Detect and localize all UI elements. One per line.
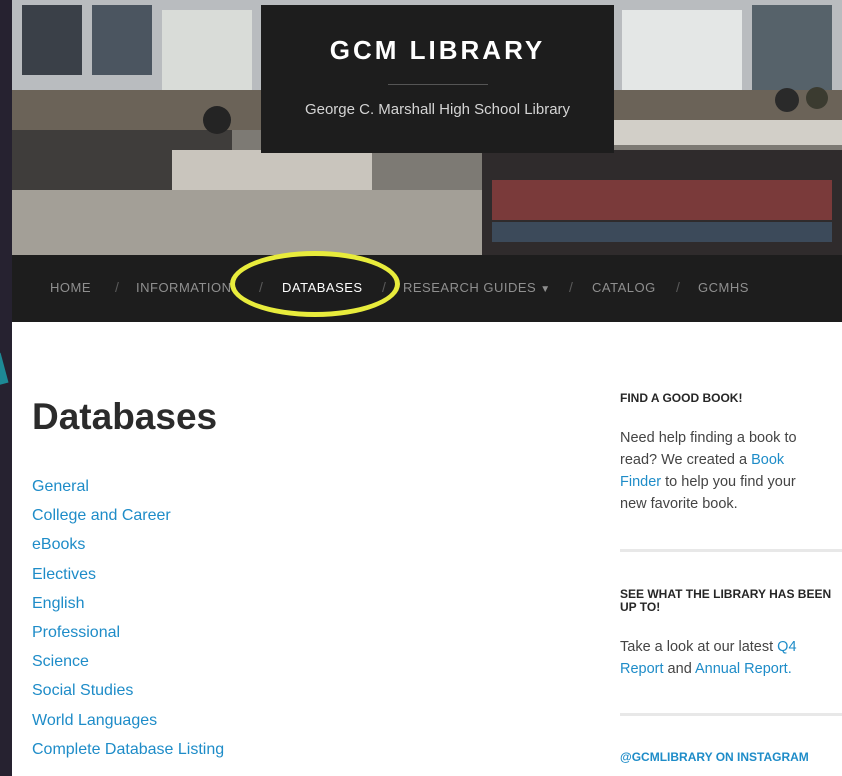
widget-text-find-book: Need help finding a book to read? We cre…	[620, 427, 825, 515]
title-divider	[387, 84, 488, 85]
widget-text-part: .	[787, 661, 792, 677]
widget-text-part: and	[663, 661, 695, 677]
nav-item-home[interactable]: HOME	[50, 280, 91, 295]
main-navigation: HOME / INFORMATION / DATABASES / RESEARC…	[12, 255, 842, 322]
widget-divider	[620, 549, 842, 552]
database-link-general[interactable]: General	[32, 478, 224, 507]
annual-report-link[interactable]: Annual Report	[695, 661, 788, 677]
widget-title-library-news: SEE WHAT THE LIBRARY HAS BEEN UP TO!	[620, 587, 832, 614]
nav-separator: /	[676, 279, 680, 295]
database-link-social-studies[interactable]: Social Studies	[32, 682, 224, 711]
database-link-english[interactable]: English	[32, 595, 224, 624]
database-link-world-languages[interactable]: World Languages	[32, 712, 224, 741]
nav-item-gcmhs[interactable]: GCMHS	[698, 280, 749, 295]
page-title: Databases	[32, 396, 218, 437]
nav-item-information[interactable]: INFORMATION	[136, 280, 232, 295]
database-link-professional[interactable]: Professional	[32, 624, 224, 653]
nav-item-research-guides-label[interactable]: RESEARCH GUIDES	[403, 280, 536, 295]
database-link-college-career[interactable]: College and Career	[32, 507, 224, 536]
nav-separator: /	[115, 279, 119, 295]
site-title[interactable]: GCM LIBRARY	[261, 35, 614, 66]
widget-divider	[620, 713, 842, 716]
header-image: GCM LIBRARY George C. Marshall High Scho…	[12, 0, 842, 255]
widget-title-instagram[interactable]: @GCMLIBRARY ON INSTAGRAM	[620, 751, 809, 764]
database-link-ebooks[interactable]: eBooks	[32, 536, 224, 565]
nav-item-research-guides[interactable]: RESEARCH GUIDES ▼	[403, 280, 551, 295]
browser-page: GCM LIBRARY George C. Marshall High Scho…	[12, 0, 842, 776]
nav-item-catalog[interactable]: CATALOG	[592, 280, 656, 295]
database-link-science[interactable]: Science	[32, 653, 224, 682]
site-description: George C. Marshall High School Library	[304, 101, 571, 118]
widget-text-library-news: Take a look at our latest Q4 Report and …	[620, 636, 825, 680]
highlight-circle	[230, 251, 400, 317]
widget-text-part: Take a look at our latest	[620, 639, 778, 655]
widget-title-find-book: FIND A GOOD BOOK!	[620, 391, 743, 405]
database-link-electives[interactable]: Electives	[32, 566, 224, 595]
site-branding[interactable]: GCM LIBRARY George C. Marshall High Scho…	[261, 5, 614, 153]
database-list: General College and Career eBooks Electi…	[32, 478, 224, 770]
nav-separator: /	[569, 279, 573, 295]
caret-down-icon[interactable]: ▼	[540, 284, 550, 295]
database-link-complete-listing[interactable]: Complete Database Listing	[32, 741, 224, 770]
